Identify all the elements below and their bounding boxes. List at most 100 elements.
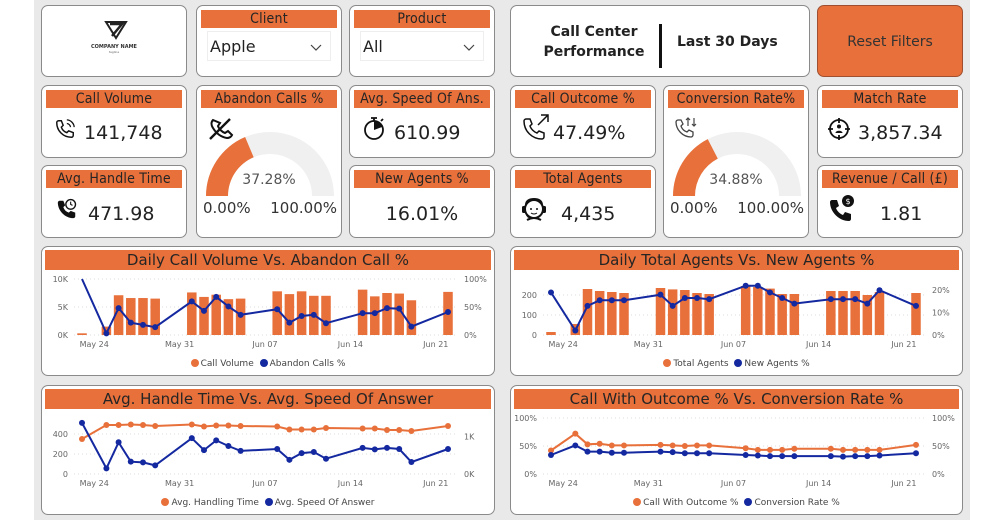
kpi-label: Avg. Handle Time bbox=[46, 170, 182, 188]
data-point bbox=[140, 459, 146, 466]
dashboard-canvas: COMPANY NAME tagline Client Apple Produc… bbox=[34, 0, 970, 520]
kpi-new-agents: New Agents % 16.01% bbox=[349, 165, 495, 238]
data-point bbox=[286, 456, 293, 463]
chart-title: Avg. Handle Time Vs. Avg. Speed Of Answe… bbox=[45, 389, 491, 409]
data-point bbox=[621, 297, 627, 304]
legend-swatch bbox=[663, 359, 672, 367]
data-point bbox=[876, 446, 883, 453]
y-left-tick-label: 10K bbox=[53, 275, 69, 284]
x-tick-label: Jun 21 bbox=[890, 479, 916, 488]
data-point bbox=[706, 450, 713, 457]
agent-headset-icon bbox=[522, 198, 546, 221]
client-slicer: Client Apple bbox=[196, 5, 342, 77]
y-right-tick-label: 0% bbox=[932, 331, 945, 340]
data-point bbox=[274, 445, 281, 452]
bar bbox=[546, 332, 556, 335]
y-right-tick-label: 100% bbox=[464, 275, 487, 284]
data-point bbox=[913, 450, 919, 457]
y-right-tick-label: 0% bbox=[932, 470, 945, 479]
phone-ringing-icon bbox=[56, 119, 75, 138]
data-point bbox=[323, 320, 329, 327]
data-point bbox=[115, 305, 122, 312]
data-point bbox=[201, 447, 207, 454]
legend-swatch bbox=[633, 498, 642, 506]
data-point bbox=[572, 430, 579, 437]
kpi-label: Revenue / Call (£) bbox=[822, 170, 958, 188]
data-point bbox=[572, 442, 579, 449]
data-point bbox=[274, 306, 281, 313]
chart-legend: Call With Outcome % Conversion Rate % bbox=[511, 498, 962, 508]
chart-legend: Call Volume Abandon Calls % bbox=[42, 359, 494, 369]
data-point bbox=[779, 295, 786, 302]
data-point bbox=[396, 445, 403, 452]
bar bbox=[321, 295, 331, 335]
bar bbox=[126, 298, 136, 335]
kpi-label: New Agents % bbox=[354, 170, 490, 188]
y-left-tick-label: 100 bbox=[522, 311, 537, 320]
data-point bbox=[384, 427, 390, 433]
data-point bbox=[323, 425, 329, 431]
data-point bbox=[140, 422, 146, 428]
stopwatch-icon bbox=[364, 117, 384, 140]
y-right-tick-label: 20% bbox=[932, 286, 950, 295]
data-point bbox=[152, 324, 159, 331]
data-point bbox=[852, 296, 859, 303]
legend-swatch bbox=[264, 498, 273, 506]
kpi-conversion-rate-gauge: Conversion Rate% 34.88% 0.00% 100.00% bbox=[663, 85, 809, 238]
chart-title: Call With Outcome % Vs. Conversion Rate … bbox=[514, 389, 959, 409]
data-point bbox=[584, 441, 591, 448]
x-tick-label: May 24 bbox=[80, 340, 109, 349]
data-point bbox=[396, 427, 403, 433]
kpi-value: 471.98 bbox=[88, 203, 155, 225]
kpi-value: 4,435 bbox=[561, 203, 616, 225]
data-point bbox=[840, 453, 846, 460]
data-point bbox=[657, 291, 664, 298]
data-point bbox=[188, 298, 195, 305]
product-slicer: Product All bbox=[349, 5, 495, 77]
y-right-tick-label: 1K bbox=[464, 433, 475, 442]
data-point bbox=[791, 300, 798, 307]
legend-swatch bbox=[161, 498, 170, 506]
data-point bbox=[384, 444, 390, 451]
legend-swatch bbox=[744, 498, 753, 506]
bar bbox=[740, 286, 751, 335]
data-point bbox=[310, 311, 317, 318]
x-tick-label: Jun 07 bbox=[251, 479, 277, 488]
chart-handle-time-speed: Avg. Handle Time Vs. Avg. Speed Of Answe… bbox=[41, 385, 495, 515]
client-dropdown[interactable]: Apple bbox=[207, 31, 331, 61]
chart-plot: 0 200 400 0K 1K May 24 May 31 Jun 07 Jun 14 Jun 2… bbox=[53, 419, 475, 488]
data-point bbox=[548, 289, 554, 296]
data-point bbox=[188, 435, 195, 442]
data-point bbox=[876, 287, 883, 294]
y-left-tick-label: 400 bbox=[53, 430, 68, 439]
reset-filters-button[interactable]: Reset Filters bbox=[817, 5, 963, 77]
data-point bbox=[852, 453, 859, 460]
bar bbox=[77, 333, 87, 335]
x-tick-label: May 31 bbox=[634, 479, 663, 488]
svg-text:$: $ bbox=[845, 197, 850, 206]
y-right-tick-label: 50% bbox=[464, 303, 482, 312]
data-point bbox=[127, 421, 134, 428]
y-left-tick-label: 200 bbox=[522, 291, 537, 300]
data-point bbox=[864, 300, 871, 307]
kpi-total-agents: Total Agents 4,435 bbox=[510, 165, 656, 238]
legend-item: Call Volume bbox=[200, 359, 254, 369]
chart-legend: Avg. Handling Time Avg. Speed Of Answer bbox=[42, 498, 494, 508]
x-tick-label: Jun 07 bbox=[720, 479, 746, 488]
data-point bbox=[225, 303, 232, 310]
kpi-label: Call Volume bbox=[46, 90, 182, 108]
kpi-call-volume: Call Volume 141,748 bbox=[41, 85, 187, 158]
x-tick-label: May 31 bbox=[634, 340, 663, 349]
data-point bbox=[779, 446, 786, 453]
bar bbox=[753, 287, 763, 335]
data-point bbox=[225, 443, 232, 449]
product-dropdown[interactable]: All bbox=[360, 31, 484, 61]
legend-item: New Agents % bbox=[744, 359, 810, 369]
phone-outgoing-icon bbox=[523, 114, 549, 140]
data-point bbox=[310, 448, 317, 455]
data-point bbox=[213, 422, 220, 429]
phone-dollar-icon: $ bbox=[830, 195, 854, 221]
data-point bbox=[298, 312, 305, 319]
client-dropdown-value: Apple bbox=[210, 37, 256, 56]
data-point bbox=[323, 455, 329, 462]
